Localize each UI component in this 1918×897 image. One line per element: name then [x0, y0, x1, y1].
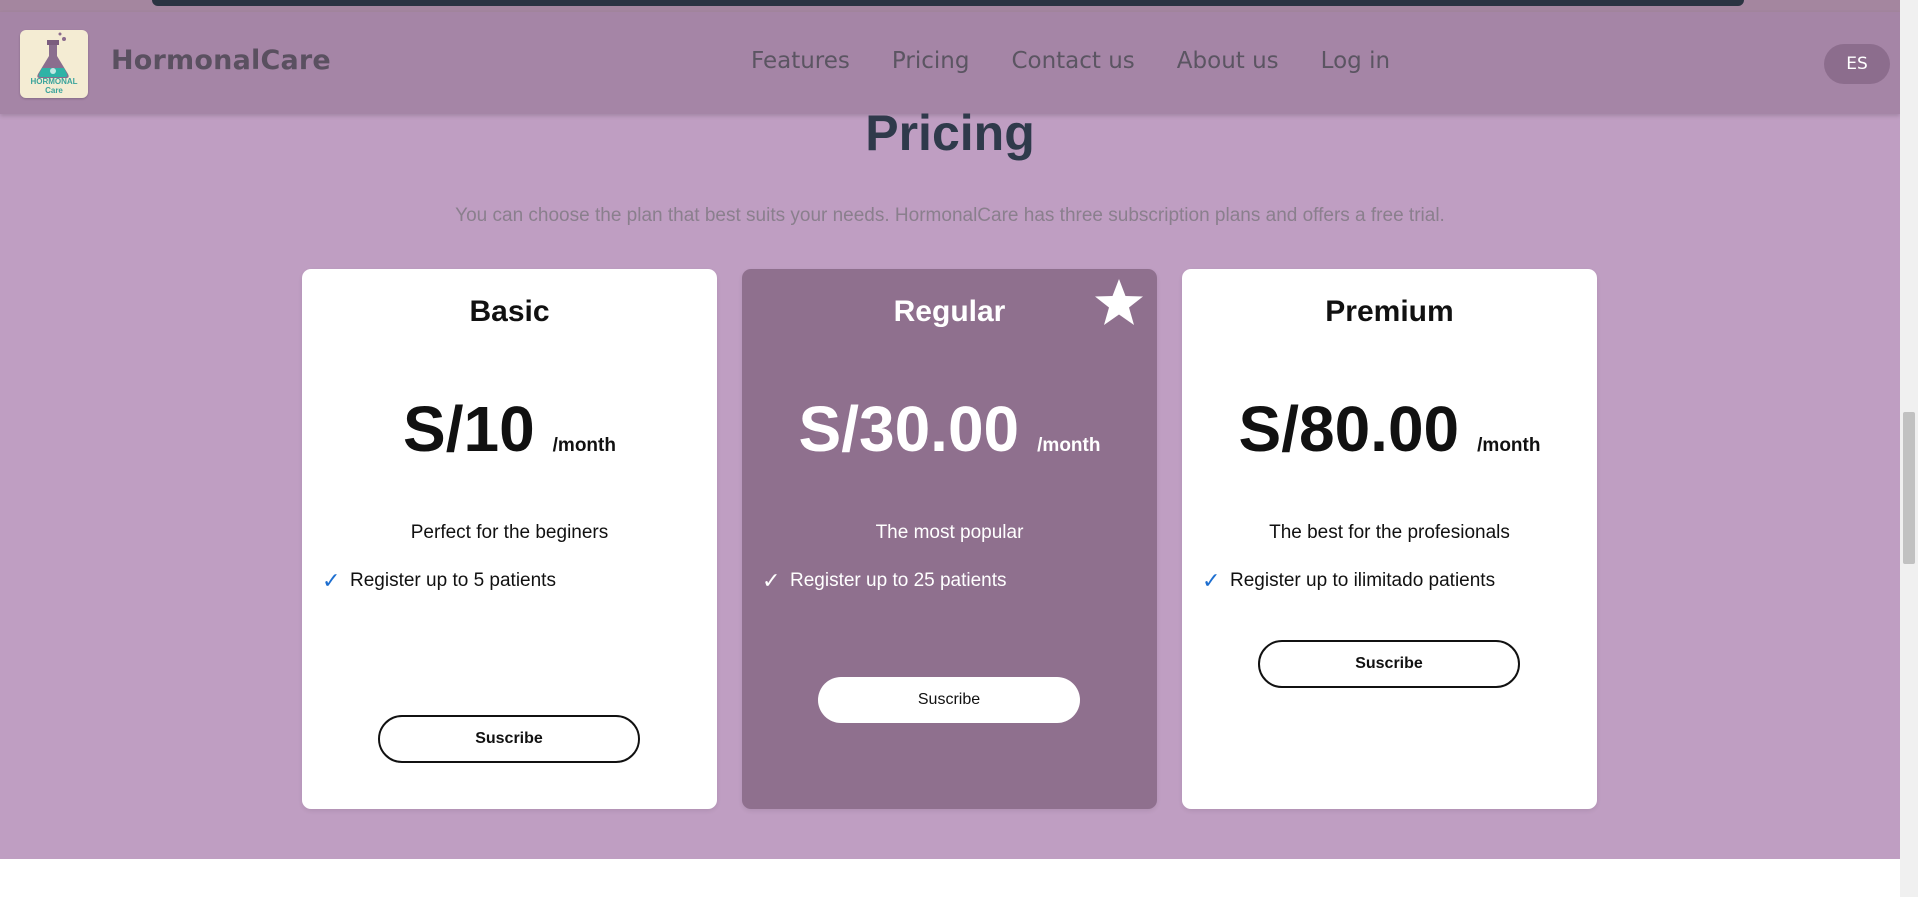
brand-name[interactable]: HormonalCare [111, 45, 331, 76]
plan-feature: ✓ Register up to 5 patients [322, 568, 556, 594]
plan-card-premium: Premium S/80.00 /month The best for the … [1182, 269, 1597, 809]
plan-description: The best for the profesionals [1269, 522, 1510, 543]
plan-name: Basic [469, 295, 550, 328]
plan-feature: ✓ Register up to 25 patients [762, 568, 1007, 594]
plan-price: S/30.00 [798, 393, 1020, 465]
plan-price: S/10 [403, 393, 535, 465]
check-icon: ✓ [322, 568, 341, 593]
plan-period: /month [1037, 435, 1101, 456]
logo-text: HORMONAL Care [30, 77, 78, 95]
scrollbar-thumb[interactable] [1903, 412, 1915, 564]
plan-feature-text: Register up to ilimitado patients [1230, 570, 1496, 591]
navbar: HORMONAL Care HormonalCare Features Pric… [0, 12, 1900, 114]
language-button[interactable]: ES [1824, 44, 1890, 84]
plan-price-row: S/10 /month [302, 392, 717, 466]
subscribe-basic-button[interactable]: Suscribe [378, 715, 640, 763]
check-icon: ✓ [1202, 568, 1221, 593]
check-icon: ✓ [762, 568, 781, 593]
page-title: Pricing [865, 105, 1035, 161]
page-scrollbar[interactable] [1900, 0, 1918, 897]
nav-link-contact[interactable]: Contact us [1011, 48, 1134, 74]
plan-name: Regular [893, 295, 1006, 328]
pricing-subtitle: You can choose the plan that best suits … [455, 205, 1445, 226]
nav-link-pricing[interactable]: Pricing [892, 48, 970, 74]
plan-feature-text: Register up to 25 patients [790, 570, 1007, 591]
plan-price-row: S/80.00 /month [1182, 392, 1597, 466]
nav-link-features[interactable]: Features [751, 48, 850, 74]
subscribe-premium-button[interactable]: Suscribe [1258, 640, 1520, 688]
plan-name: Premium [1325, 295, 1454, 328]
plan-period: /month [552, 435, 616, 456]
next-section [0, 859, 1900, 897]
plan-price-row: S/30.00 /month [742, 392, 1157, 466]
plan-description: The most popular [875, 522, 1024, 543]
main-nav: Features Pricing Contact us About us Log… [751, 48, 1432, 74]
subscribe-regular-button[interactable]: Suscribe [818, 677, 1080, 723]
logo[interactable]: HORMONAL Care [20, 30, 88, 98]
browser-toolbar-edge [152, 0, 1744, 6]
plan-card-regular: Regular S/30.00 /month The most popular … [742, 269, 1157, 809]
plan-period: /month [1477, 435, 1541, 456]
nav-link-about[interactable]: About us [1177, 48, 1279, 74]
plan-feature: ✓ Register up to ilimitado patients [1202, 568, 1495, 594]
plan-price: S/80.00 [1238, 393, 1460, 465]
nav-link-login[interactable]: Log in [1321, 48, 1390, 74]
plan-feature-text: Register up to 5 patients [350, 570, 556, 591]
browser-top-strip [0, 0, 1900, 12]
plan-card-basic: Basic S/10 /month Perfect for the begine… [302, 269, 717, 809]
plan-description: Perfect for the beginers [410, 522, 609, 543]
